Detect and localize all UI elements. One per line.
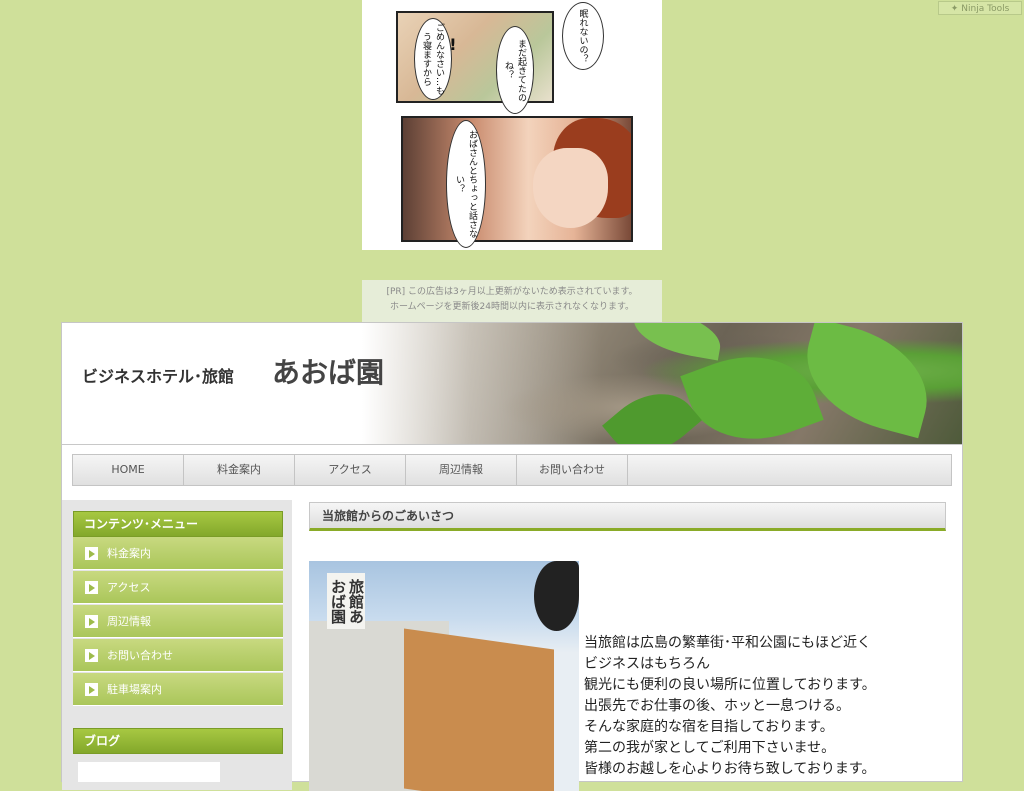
- section-heading: 当旅館からのごあいさつ: [309, 502, 946, 531]
- arrow-right-icon: [85, 614, 98, 628]
- sidebar-item-label: 周辺情報: [107, 615, 151, 628]
- arrow-right-icon: [85, 648, 98, 662]
- nav-item-contact[interactable]: お問い合わせ: [517, 455, 628, 485]
- main-nav: HOME 料金案内 アクセス 周辺情報 お問い合わせ: [72, 454, 952, 486]
- intro-line: 観光にも便利の良い場所に位置しております。: [584, 677, 876, 693]
- intro-line: 皆様のお越しを心よりお待ち致しております。: [584, 761, 876, 777]
- sidebar-item-access[interactable]: アクセス: [73, 571, 283, 604]
- sidebar-item-label: お問い合わせ: [107, 649, 173, 662]
- speech-bubble: ごめんなさい…もう寝ますから: [414, 18, 452, 100]
- building-shape: [404, 628, 554, 791]
- ad-notice-line: ホームページを更新後24時間以内に表示されなくなります。: [389, 302, 635, 312]
- comic-face: [533, 148, 608, 228]
- sidebar-item-parking[interactable]: 駐車場案内: [73, 673, 283, 706]
- nav-item-access[interactable]: アクセス: [295, 455, 406, 485]
- header-image: [362, 323, 962, 444]
- sidebar-item-pricing[interactable]: 料金案内: [73, 537, 283, 570]
- ad-comic-image[interactable]: !! 眠れないの？ まだ起きてたのね？ ごめんなさい…もう寝ますから おばさんと…: [362, 0, 662, 250]
- comic-panel-bottom: [401, 116, 633, 242]
- ad-notice: [PR] この広告は3ヶ月以上更新がないため表示されています。 ホームページを更…: [362, 280, 662, 322]
- sidebar-item-label: 駐車場案内: [107, 683, 162, 696]
- nav-item-area-info[interactable]: 周辺情報: [406, 455, 517, 485]
- intro-text: 当旅館は広島の繁華街･平和公園にもほど近く ビジネスはもちろん 観光にも便利の良…: [584, 633, 876, 780]
- site-subtitle: ビジネスホテル･旅館: [82, 367, 235, 386]
- intro-line: 出張先でお仕事の後、ホッと一息つける。: [584, 698, 850, 714]
- ninja-tools-badge[interactable]: ✦ Ninja Tools: [938, 1, 1022, 15]
- hotel-photo: 旅館あおば園: [309, 561, 579, 791]
- page-container: ビジネスホテル･旅館 あおば園 HOME 料金案内 アクセス 周辺情報 お問い合…: [61, 322, 963, 791]
- hotel-sign: 旅館あおば園: [327, 573, 365, 629]
- ad-notice-line: [PR] この広告は3ヶ月以上更新がないため表示されています。: [386, 287, 638, 297]
- sidebar-item-area-info[interactable]: 周辺情報: [73, 605, 283, 638]
- intro-line: 第二の我が家としてご利用下さいませ。: [584, 740, 836, 756]
- arrow-right-icon: [85, 546, 98, 560]
- sidebar-item-contact[interactable]: お問い合わせ: [73, 639, 283, 672]
- ninja-tools-label: Ninja Tools: [961, 4, 1010, 14]
- vine-shape: [534, 561, 579, 631]
- arrow-right-icon: [85, 682, 98, 696]
- blog-widget: [78, 762, 220, 782]
- nav-item-home[interactable]: HOME: [73, 455, 184, 485]
- sidebar-item-label: アクセス: [107, 581, 151, 594]
- arrow-right-icon: [85, 580, 98, 594]
- sidebar-item-label: 料金案内: [107, 547, 151, 560]
- intro-line: ビジネスはもちろん: [584, 656, 710, 672]
- sidebar: コンテンツ･メニュー 料金案内 アクセス 周辺情報 お問い合わせ 駐車場案内 ブ…: [62, 500, 292, 790]
- site-header: ビジネスホテル･旅館 あおば園: [62, 323, 962, 445]
- speech-bubble: まだ起きてたのね？: [496, 26, 534, 114]
- intro-line: そんな家庭的な宿を目指しております。: [584, 719, 834, 735]
- nav-item-pricing[interactable]: 料金案内: [184, 455, 295, 485]
- site-title[interactable]: あおば園: [272, 351, 384, 391]
- leaf-shape: [629, 323, 725, 361]
- ninja-star-icon: ✦: [950, 4, 959, 14]
- sidebar-menu-title: コンテンツ･メニュー: [73, 511, 283, 537]
- speech-bubble: おばさんとちょっと話さない？: [446, 120, 486, 248]
- intro-line: 当旅館は広島の繁華街･平和公園にもほど近く: [584, 635, 871, 651]
- sidebar-blog-title: ブログ: [73, 728, 283, 754]
- speech-bubble: 眠れないの？: [562, 2, 604, 70]
